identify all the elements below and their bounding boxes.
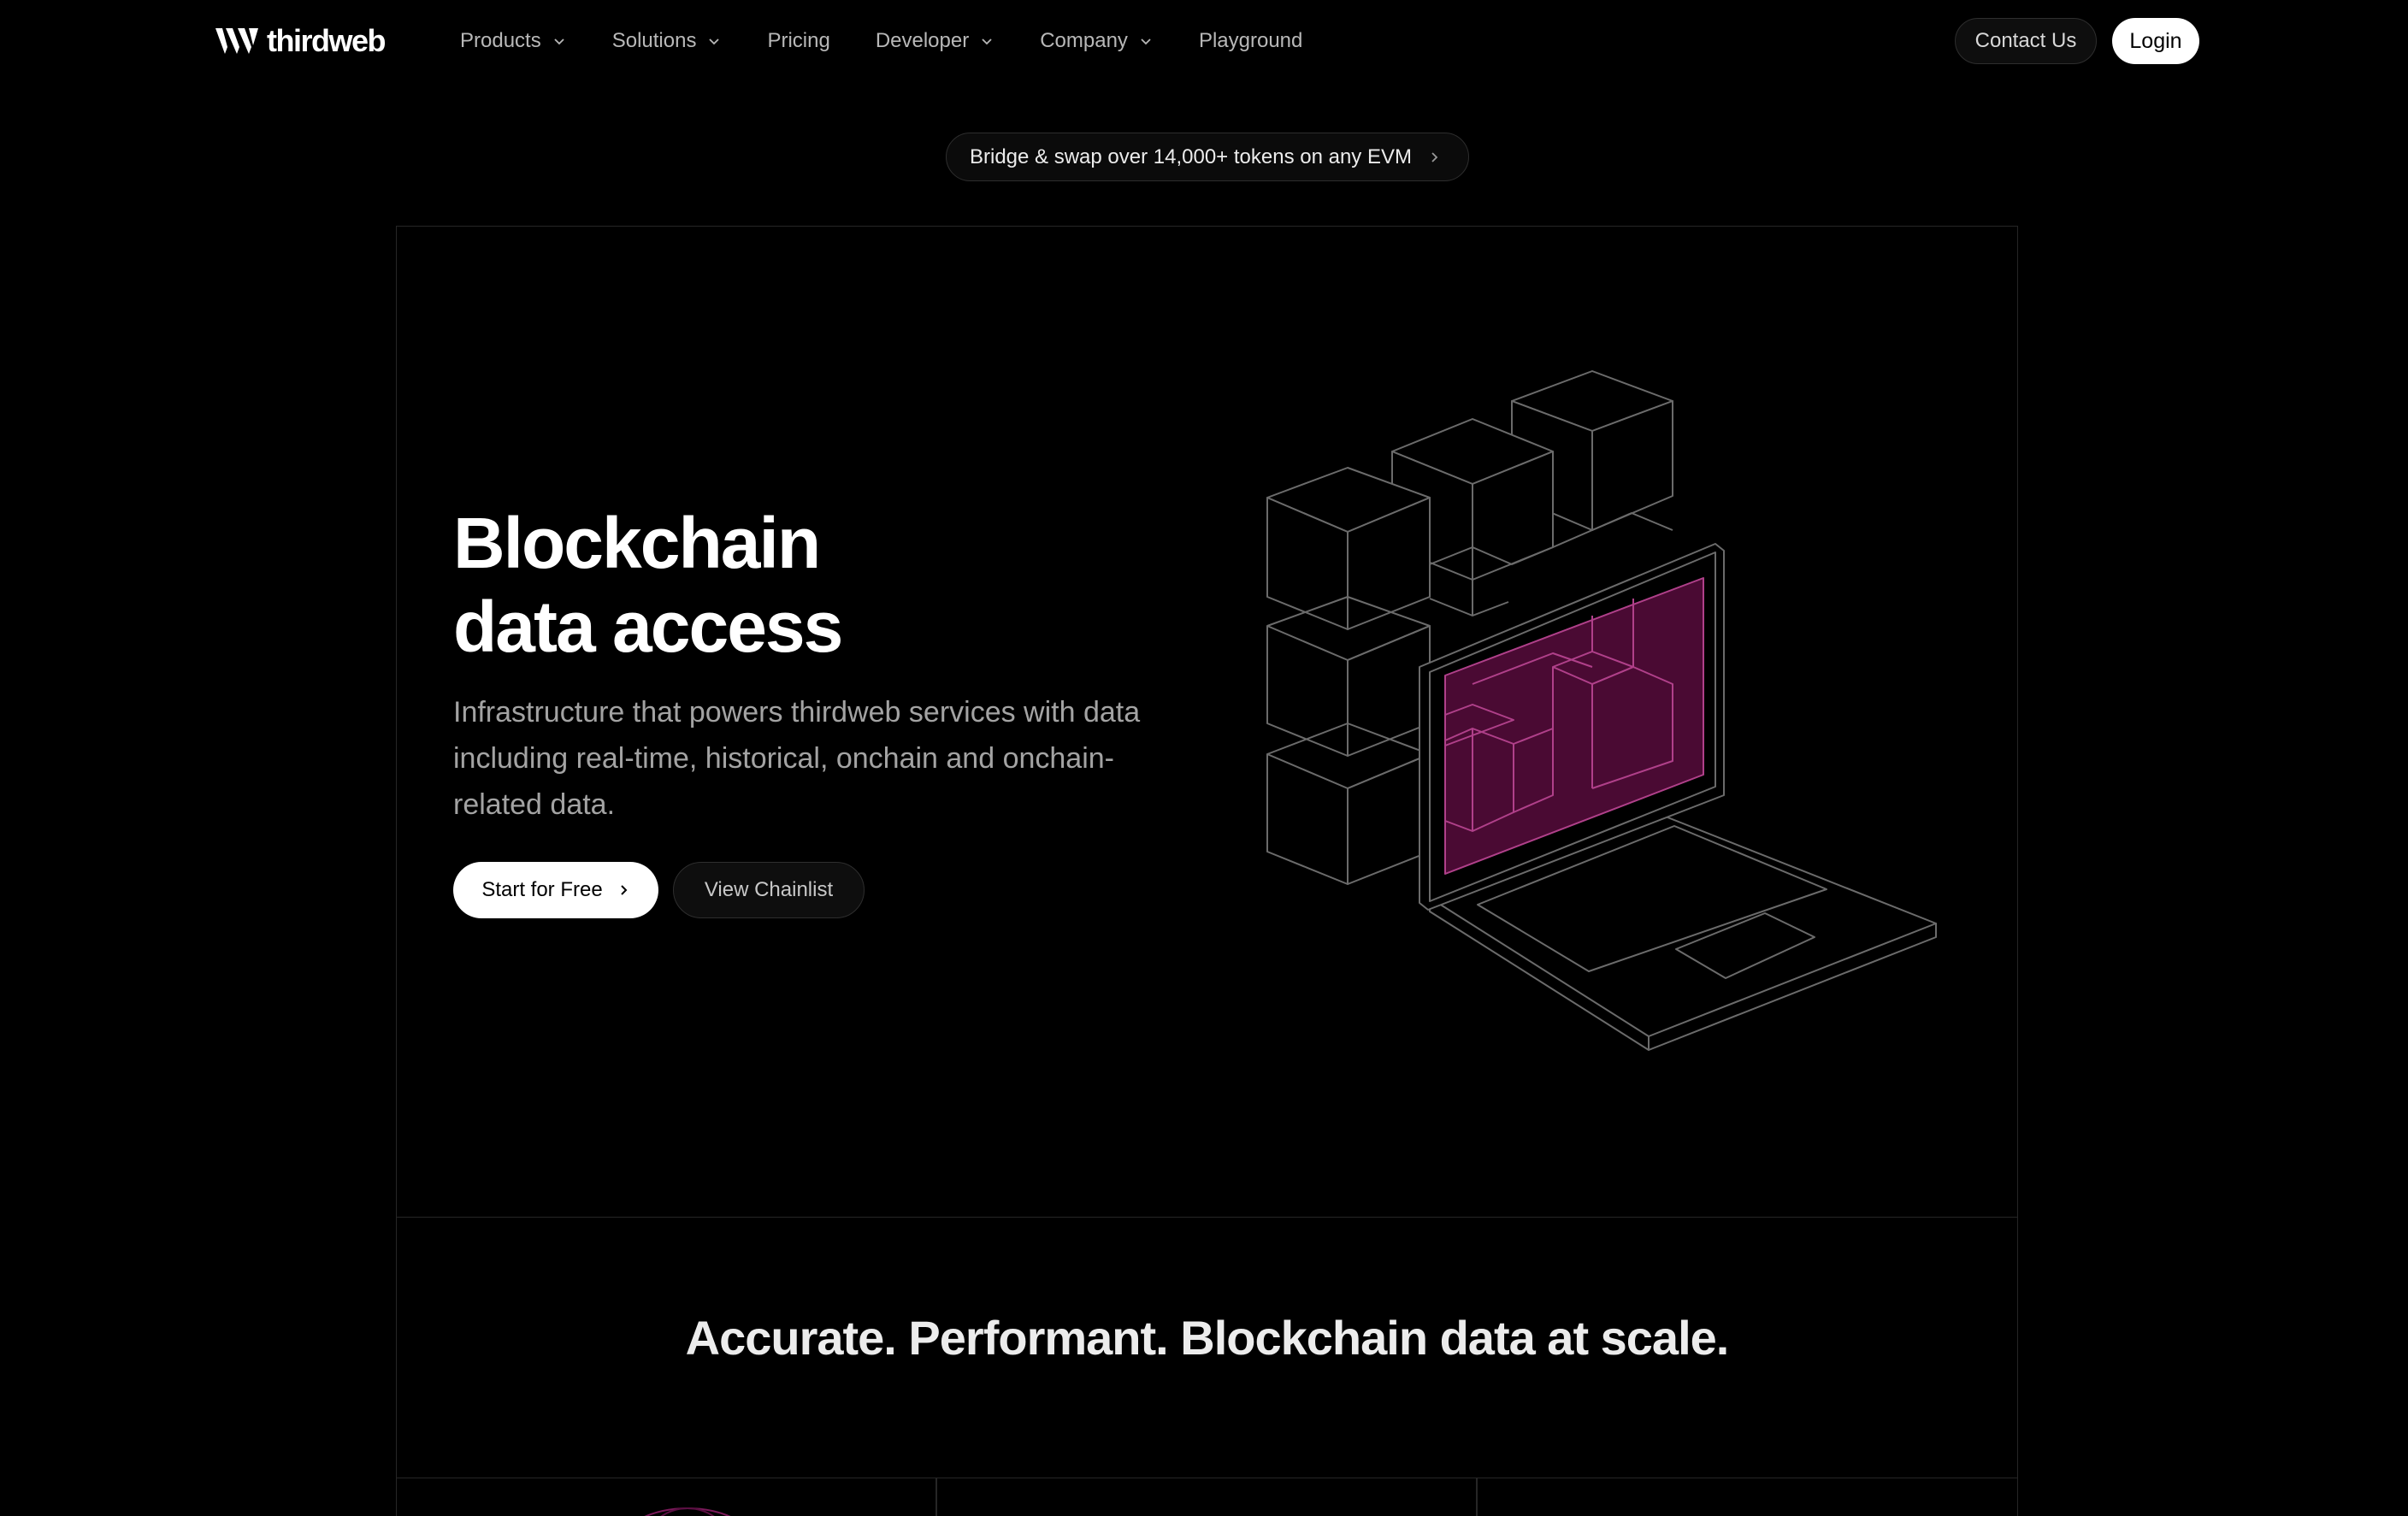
view-chainlist-button[interactable]: View Chainlist xyxy=(673,862,865,918)
start-for-free-label: Start for Free xyxy=(481,878,603,901)
main-nav-links: Products Solutions Pricing Developer Com… xyxy=(460,22,1348,60)
start-for-free-button[interactable]: Start for Free xyxy=(453,862,658,918)
chevron-right-icon xyxy=(620,885,628,895)
card-divider xyxy=(935,1478,937,1516)
announcement-pill[interactable]: Bridge & swap over 14,000+ tokens on any… xyxy=(946,133,1469,181)
feature-cards-row xyxy=(396,1478,2018,1516)
nav-item-label: Company xyxy=(1040,29,1128,52)
nav-item-company[interactable]: Company xyxy=(1040,29,1154,53)
logo-wordmark: thirdweb xyxy=(267,23,387,58)
nav-item-developer[interactable]: Developer xyxy=(876,29,994,53)
chevron-right-icon xyxy=(1431,151,1438,162)
hero-title-line-1: Blockchain xyxy=(453,503,821,583)
hero-title-line-2: data access xyxy=(453,587,843,667)
thirdweb-logo-icon xyxy=(215,28,258,54)
chevron-down-icon xyxy=(709,38,720,45)
cube-left-top xyxy=(1266,467,1431,630)
nav-item-label: Pricing xyxy=(767,29,830,52)
nav-item-label: Solutions xyxy=(611,29,697,52)
page: thirdweb Products Solutions Pricing Deve… xyxy=(0,0,2408,1516)
nav-item-label: Products xyxy=(460,29,541,52)
thirdweb-logo[interactable]: thirdweb xyxy=(214,23,387,59)
chevron-down-icon xyxy=(982,38,992,45)
nav-item-solutions[interactable]: Solutions xyxy=(612,29,723,53)
blocks-laptop-illustration xyxy=(1266,370,1937,1051)
nav-item-playground[interactable]: Playground xyxy=(1199,29,1302,53)
card-divider xyxy=(1476,1478,1478,1516)
globe-icon xyxy=(644,1507,731,1516)
hero-title: Blockchain data access xyxy=(453,501,1137,669)
nav-item-label: Playground xyxy=(1198,29,1303,52)
nav-item-products[interactable]: Products xyxy=(460,29,567,53)
nav-item-label: Developer xyxy=(875,29,970,52)
contact-us-button[interactable]: Contact Us xyxy=(1955,18,2097,64)
nav-item-pricing[interactable]: Pricing xyxy=(767,29,829,53)
chevron-down-icon xyxy=(1141,38,1151,45)
top-nav: thirdweb Products Solutions Pricing Deve… xyxy=(0,0,2408,82)
chevron-down-icon xyxy=(554,38,564,45)
login-button[interactable]: Login xyxy=(2112,18,2199,64)
hero-description: Infrastructure that powers thirdweb serv… xyxy=(453,696,1141,821)
announcement-text: Bridge & swap over 14,000+ tokens on any… xyxy=(970,145,1412,168)
tagline-heading: Accurate. Performant. Blockchain data at… xyxy=(685,1311,1730,1365)
